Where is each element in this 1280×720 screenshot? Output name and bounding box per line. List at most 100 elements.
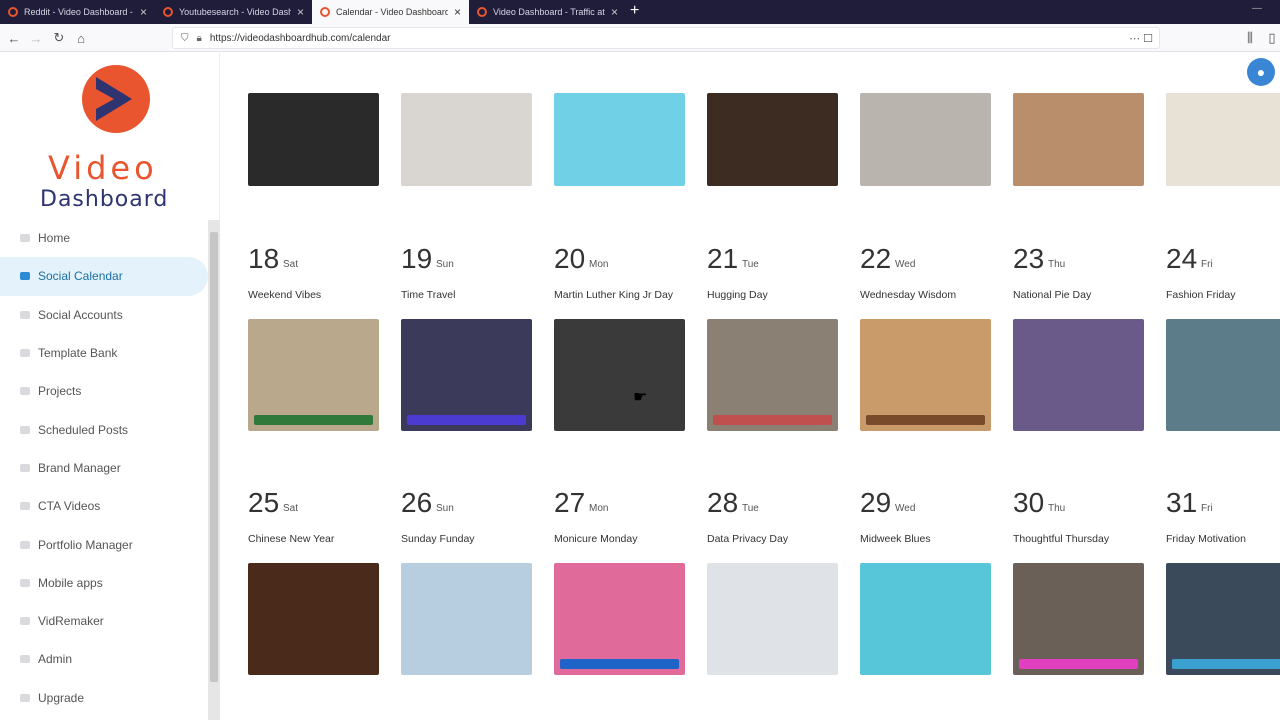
calendar-day-cell[interactable]: 29 Wed Midweek Blues <box>860 487 991 720</box>
post-thumbnail[interactable] <box>401 319 532 431</box>
browser-tab-2[interactable]: Youtubesearch - Video Dashb × <box>155 0 312 24</box>
mouse-cursor-icon: ☛ <box>633 389 648 406</box>
calendar-day-cell[interactable]: 21 Tue Hugging Day <box>707 243 838 493</box>
post-thumbnail[interactable] <box>554 93 685 186</box>
menu-item-icon <box>20 425 30 434</box>
sidebar-scrollbar[interactable] <box>208 220 220 720</box>
calendar-day-cell[interactable]: 25 Sat Chinese New Year <box>248 487 379 720</box>
menu-item-icon <box>20 578 30 587</box>
post-thumbnail[interactable] <box>1166 93 1280 186</box>
user-avatar-icon[interactable]: ● <box>1247 58 1275 86</box>
day-number: 20 <box>554 243 586 274</box>
calendar-day-cell[interactable]: 20 Mon Martin Luther King Jr Day <box>554 243 685 493</box>
library-icon[interactable]: ⫼ <box>1240 28 1260 48</box>
sidebar-item[interactable]: Admin <box>0 640 208 678</box>
day-of-week: Wed <box>895 259 916 270</box>
calendar-day-cell[interactable]: 23 Thu National Pie Day <box>1013 243 1144 493</box>
post-thumbnail[interactable] <box>707 563 838 675</box>
post-thumbnail[interactable] <box>707 93 838 186</box>
post-thumbnail[interactable] <box>554 319 685 431</box>
calendar-day-cell[interactable]: 26 Sun Sunday Funday <box>401 487 532 720</box>
sidebar-item-label: Template Bank <box>38 346 118 361</box>
sidebar-item-label: Social Calendar <box>38 269 123 284</box>
sidebar-item-label: Upgrade <box>38 690 85 705</box>
post-thumbnail[interactable] <box>401 563 532 675</box>
calendar-day-cell[interactable]: 18 Sat Weekend Vibes <box>248 243 379 493</box>
post-thumbnail[interactable] <box>554 563 685 675</box>
tab-close-icon[interactable]: × <box>297 5 304 19</box>
calendar-day-cell[interactable]: 19 Sun Time Travel <box>401 243 532 493</box>
day-of-week: Tue <box>742 259 759 270</box>
browser-tab-1[interactable]: Reddit - Video Dashboard - Tr × <box>0 0 155 24</box>
post-thumbnail[interactable] <box>860 563 991 675</box>
menu-item-icon <box>20 502 30 511</box>
back-icon[interactable]: ← <box>4 28 24 48</box>
post-thumbnail[interactable] <box>1166 563 1280 675</box>
sidebar-item[interactable]: Brand Manager <box>0 449 208 487</box>
day-number: 26 <box>401 487 433 518</box>
day-theme: Weekend Vibes <box>248 289 322 301</box>
post-thumbnail[interactable] <box>860 93 991 186</box>
day-number: 31 <box>1166 487 1198 518</box>
day-number: 22 <box>860 243 892 274</box>
post-thumbnail[interactable] <box>1013 319 1144 431</box>
sidebar-item[interactable]: Portfolio Manager <box>0 525 208 563</box>
post-thumbnail[interactable] <box>707 319 838 431</box>
sidebar-item[interactable]: Template Bank <box>0 334 208 372</box>
post-thumbnail[interactable] <box>1013 93 1144 186</box>
post-thumbnail[interactable] <box>248 319 379 431</box>
sidebar-item[interactable]: Social Accounts <box>0 296 208 334</box>
tab-close-icon[interactable]: × <box>611 5 618 19</box>
browser-tab-4[interactable]: Video Dashboard - Traffic at i × <box>469 0 626 24</box>
sidebar-item[interactable]: Mobile apps <box>0 564 208 602</box>
sidebar-item[interactable]: VidRemaker <box>0 602 208 640</box>
day-theme: Fashion Friday <box>1166 289 1236 301</box>
day-number: 24 <box>1166 243 1198 274</box>
sidebar-item-label: Admin <box>38 652 73 667</box>
home-icon[interactable]: ⌂ <box>71 28 91 48</box>
sidebar-item[interactable]: Scheduled Posts <box>0 410 208 448</box>
day-theme: Hugging Day <box>707 289 768 301</box>
sidebar-toggle-icon[interactable]: ▯ <box>1262 28 1280 48</box>
minimize-icon[interactable]: — <box>1252 3 1262 14</box>
calendar-day-cell[interactable]: 28 Tue Data Privacy Day <box>707 487 838 720</box>
day-of-week: Sat <box>283 259 299 270</box>
day-theme: Martin Luther King Jr Day <box>554 289 674 301</box>
post-thumbnail[interactable] <box>401 93 532 186</box>
calendar-day-cell[interactable]: 27 Mon Monicure Monday <box>554 487 685 720</box>
sidebar-item-label: Portfolio Manager <box>38 537 133 552</box>
day-number: 30 <box>1013 487 1045 518</box>
reload-icon[interactable]: ↻ <box>49 28 69 48</box>
sidebar-item-label: Social Accounts <box>38 307 123 322</box>
sidebar: Video Dashboard Home Social Calendar Socia… <box>0 53 220 720</box>
calendar-day-cell[interactable]: 24 Fri Fashion Friday <box>1166 243 1280 493</box>
sidebar-item-label: Mobile apps <box>38 575 103 590</box>
page-actions-icon[interactable]: ⋯ ☐ <box>1129 32 1153 45</box>
brand-logo[interactable]: Video Dashboard <box>40 63 192 213</box>
post-thumbnail[interactable] <box>248 563 379 675</box>
day-of-week: Fri <box>1201 259 1213 270</box>
sidebar-item[interactable]: Social Calendar <box>0 257 208 296</box>
scrollbar-thumb[interactable] <box>210 232 218 682</box>
calendar-day-cell[interactable]: 30 Thu Thoughtful Thursday <box>1013 487 1144 720</box>
sidebar-item[interactable]: Home <box>0 219 208 257</box>
post-thumbnail[interactable] <box>1013 563 1144 675</box>
browser-tab-3[interactable]: Calendar - Video Dashboard - × <box>312 0 469 24</box>
tab-close-icon[interactable]: × <box>454 5 461 19</box>
url-bar[interactable]: ⛉ 🔒︎ https://videodashboardhub.com/calen… <box>172 27 1160 49</box>
day-of-week: Sun <box>436 259 454 270</box>
new-tab-icon[interactable]: + <box>630 2 639 20</box>
post-thumbnail[interactable] <box>860 319 991 431</box>
sidebar-item[interactable]: Projects <box>0 372 208 410</box>
calendar-main: ● 18 Sat Weekend Vibes 19 Sun Time Travel 20 Mo… <box>221 53 1280 720</box>
post-thumbnail[interactable] <box>1166 319 1280 431</box>
post-thumbnail[interactable] <box>248 93 379 186</box>
tab-label: Reddit - Video Dashboard - Tr <box>24 7 134 17</box>
tab-close-icon[interactable]: × <box>140 5 147 19</box>
browser-nav-bar: ← → ↻ ⌂ ⛉ 🔒︎ https://videodashboardhub.c… <box>0 24 1280 52</box>
calendar-day-cell[interactable]: 31 Fri Friday Motivation <box>1166 487 1280 720</box>
sidebar-item[interactable]: CTA Videos <box>0 487 208 525</box>
forward-icon[interactable]: → <box>26 28 46 48</box>
sidebar-item[interactable]: Upgrade <box>0 679 208 717</box>
calendar-day-cell[interactable]: 22 Wed Wednesday Wisdom <box>860 243 991 493</box>
